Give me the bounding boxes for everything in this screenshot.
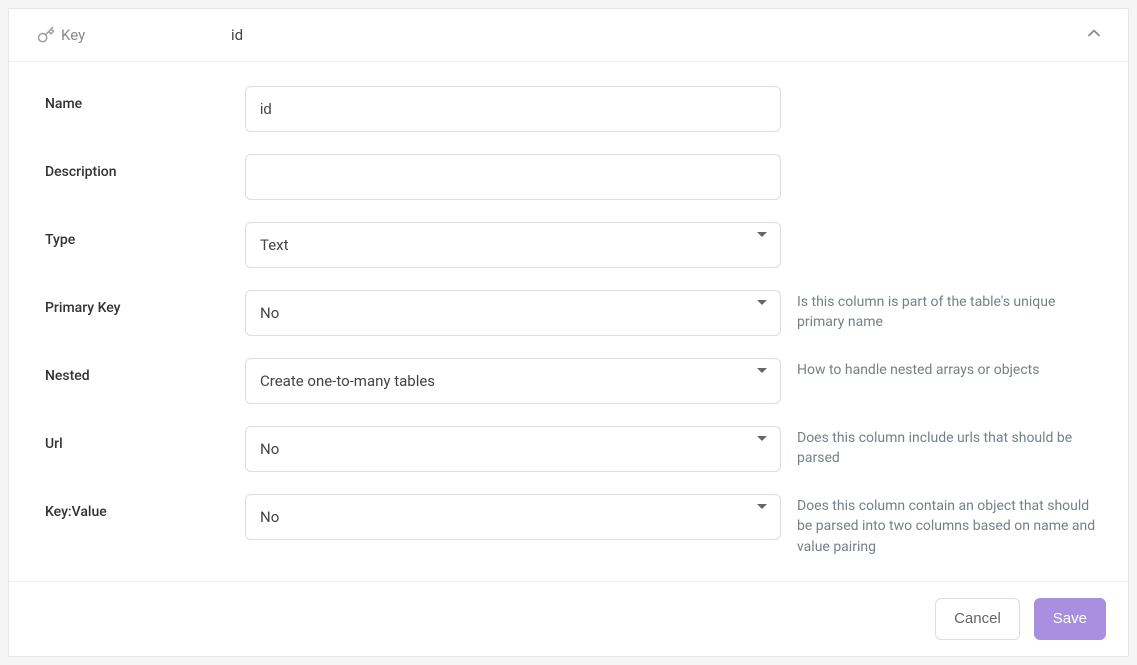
label-url: Url [45, 426, 245, 452]
row-nested: Nested Create one-to-many tables How to … [45, 358, 1100, 404]
chevron-up-icon [1084, 23, 1104, 47]
row-url: Url No Does this column include urls tha… [45, 426, 1100, 472]
panel-header[interactable]: Key id [9, 9, 1128, 62]
primary-key-select[interactable]: No [245, 290, 781, 336]
row-name: Name [45, 86, 1100, 132]
panel-body: Name Description Type Text [9, 62, 1128, 581]
row-primary-key: Primary Key No Is this column is part of… [45, 290, 1100, 336]
header-value: id [231, 26, 1084, 44]
key-value-select-value: No [260, 508, 279, 526]
header-label: Key [61, 26, 231, 44]
label-primary-key: Primary Key [45, 290, 245, 316]
key-icon [37, 26, 61, 44]
help-url: Does this column include urls that shoul… [781, 426, 1100, 469]
help-primary-key: Is this column is part of the table's un… [781, 290, 1100, 333]
row-key-value: Key:Value No Does this column contain an… [45, 494, 1100, 557]
name-input[interactable] [245, 86, 781, 132]
cancel-button[interactable]: Cancel [935, 598, 1020, 640]
key-value-select[interactable]: No [245, 494, 781, 540]
primary-key-select-value: No [260, 304, 279, 322]
label-name: Name [45, 86, 245, 112]
column-editor-panel: Key id Name Description Type [8, 8, 1129, 657]
type-select-value: Text [260, 236, 289, 254]
row-description: Description [45, 154, 1100, 200]
description-input[interactable] [245, 154, 781, 200]
label-nested: Nested [45, 358, 245, 384]
save-button[interactable]: Save [1034, 598, 1106, 640]
type-select[interactable]: Text [245, 222, 781, 268]
label-description: Description [45, 154, 245, 180]
panel-footer: Cancel Save [9, 581, 1128, 656]
help-nested: How to handle nested arrays or objects [781, 358, 1100, 380]
nested-select-value: Create one-to-many tables [260, 372, 435, 390]
url-select-value: No [260, 440, 279, 458]
url-select[interactable]: No [245, 426, 781, 472]
nested-select[interactable]: Create one-to-many tables [245, 358, 781, 404]
row-type: Type Text [45, 222, 1100, 268]
help-key-value: Does this column contain an object that … [781, 494, 1100, 557]
label-type: Type [45, 222, 245, 248]
label-key-value: Key:Value [45, 494, 245, 520]
